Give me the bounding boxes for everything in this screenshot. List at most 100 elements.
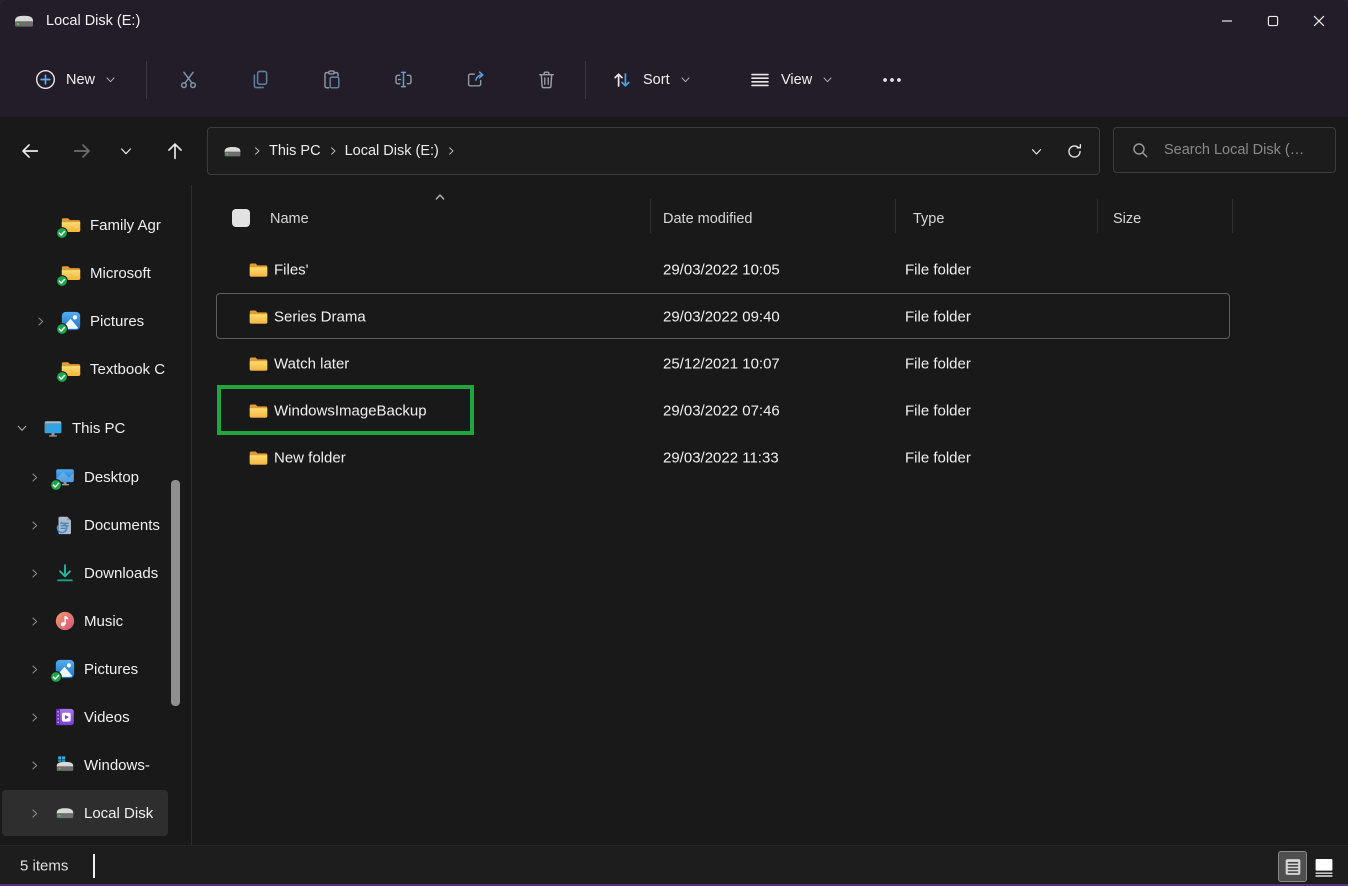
sidebar-item-documents[interactable]: Documents — [2, 502, 168, 548]
refresh-button[interactable] — [1055, 132, 1093, 170]
file-explorer-window: Local Disk (E:) New S — [0, 0, 1348, 886]
chevron-down-icon — [118, 143, 134, 159]
minimize-button[interactable] — [1204, 0, 1250, 42]
chevron-right-icon[interactable] — [28, 663, 41, 676]
chevron-right-icon[interactable] — [28, 759, 41, 772]
sidebar-item-textbook[interactable]: Textbook C — [2, 346, 168, 392]
chevron-right-icon[interactable] — [28, 807, 41, 820]
drive-icon — [12, 9, 36, 33]
folder-icon — [248, 353, 269, 374]
thumbnails-view-button[interactable] — [1309, 851, 1338, 882]
delete-button[interactable] — [524, 58, 568, 102]
sync-check-badge-icon — [56, 371, 68, 383]
chevron-down-icon — [679, 73, 692, 86]
sort-icon — [610, 68, 634, 92]
minimize-icon — [1216, 10, 1238, 32]
chevron-right-icon[interactable] — [28, 519, 41, 532]
chevron-down-icon — [104, 73, 117, 86]
details-view-button[interactable] — [1278, 851, 1307, 882]
column-header-type[interactable]: Type — [913, 211, 944, 227]
chevron-right-icon[interactable] — [34, 315, 47, 328]
table-row-files[interactable]: Files' 29/03/2022 10:05 File folder — [192, 246, 1348, 293]
copy-button[interactable] — [238, 58, 282, 102]
drive-icon — [54, 802, 76, 824]
close-icon — [1308, 10, 1330, 32]
file-name: WindowsImageBackup — [274, 402, 427, 419]
sidebar-item-label: Pictures — [84, 661, 138, 678]
address-dropdown-button[interactable] — [1017, 132, 1055, 170]
address-bar[interactable]: This PC Local Disk (E:) — [207, 127, 1100, 175]
recent-locations-button[interactable] — [107, 129, 145, 173]
sort-button-label: Sort — [643, 72, 670, 88]
sort-button[interactable]: Sort — [600, 58, 702, 102]
sidebar-item-label: Desktop — [84, 469, 139, 486]
chevron-right-icon[interactable] — [28, 567, 41, 580]
title-bar: Local Disk (E:) — [0, 0, 1348, 42]
refresh-icon — [1065, 142, 1084, 161]
chevron-right-icon[interactable] — [28, 711, 41, 724]
windows-drive-icon — [54, 754, 76, 776]
chevron-right-icon[interactable] — [28, 615, 41, 628]
rename-button[interactable] — [381, 58, 425, 102]
sidebar-item-videos[interactable]: Videos — [2, 694, 168, 740]
forward-button[interactable] — [60, 129, 104, 173]
back-button[interactable] — [8, 129, 52, 173]
sidebar-item-downloads[interactable]: Downloads — [2, 550, 168, 596]
column-separator[interactable] — [650, 199, 651, 233]
drive-icon — [222, 141, 243, 162]
chevron-right-icon[interactable] — [28, 471, 41, 484]
breadcrumb-this-pc[interactable]: This PC — [265, 143, 325, 159]
column-separator[interactable] — [895, 199, 896, 233]
item-count: 5 items — [20, 858, 68, 875]
close-button[interactable] — [1296, 0, 1342, 42]
details-view-icon — [1282, 855, 1304, 879]
folder-icon — [248, 306, 269, 327]
paste-button[interactable] — [309, 58, 353, 102]
sidebar-item-music[interactable]: Music — [2, 598, 168, 644]
chevron-down-icon — [821, 73, 834, 86]
sidebar-item-windows-drive[interactable]: Windows- — [2, 742, 168, 788]
chevron-right-icon — [327, 145, 339, 157]
new-button[interactable]: New — [24, 58, 127, 102]
chevron-down-icon[interactable] — [15, 421, 29, 435]
sidebar-item-pictures[interactable]: Pictures — [2, 646, 168, 692]
file-date-modified: 29/03/2022 07:46 — [663, 402, 780, 419]
see-more-button[interactable] — [870, 58, 914, 102]
breadcrumb-local-disk[interactable]: Local Disk (E:) — [341, 143, 443, 159]
view-button[interactable]: View — [738, 58, 844, 102]
file-type: File folder — [905, 261, 971, 278]
forward-icon — [71, 140, 93, 162]
maximize-button[interactable] — [1250, 0, 1296, 42]
column-header-row: Name Date modified Type Size — [192, 185, 1348, 243]
select-all-checkbox[interactable] — [232, 209, 250, 227]
sidebar-item-microsoft[interactable]: Microsoft — [2, 250, 168, 296]
column-header-date-modified[interactable]: Date modified — [663, 211, 752, 227]
up-button[interactable] — [153, 129, 197, 173]
view-button-label: View — [781, 72, 812, 88]
file-type: File folder — [905, 308, 971, 325]
maximize-icon — [1262, 10, 1284, 32]
share-icon — [464, 68, 487, 91]
sidebar-item-pictures-onedrive[interactable]: Pictures — [2, 298, 168, 344]
file-date-modified: 25/12/2021 10:07 — [663, 355, 780, 372]
column-header-name[interactable]: Name — [270, 211, 309, 227]
column-separator[interactable] — [1232, 199, 1233, 233]
table-row-windows-image-backup[interactable]: WindowsImageBackup 29/03/2022 07:46 File… — [192, 387, 1348, 434]
table-row-watch-later[interactable]: Watch later 25/12/2021 10:07 File folder — [192, 340, 1348, 387]
command-toolbar: New Sort View — [0, 42, 1348, 117]
sidebar-item-family[interactable]: Family Agr — [2, 202, 168, 248]
search-input[interactable] — [1162, 141, 1335, 159]
sidebar-item-desktop[interactable]: Desktop — [2, 454, 168, 500]
cut-button[interactable] — [166, 58, 210, 102]
copy-icon — [249, 68, 272, 91]
share-button[interactable] — [453, 58, 497, 102]
column-header-size[interactable]: Size — [1113, 211, 1141, 227]
sidebar-item-local-disk[interactable]: Local Disk — [2, 790, 168, 836]
file-date-modified: 29/03/2022 11:33 — [663, 449, 779, 466]
sidebar-item-label: Microsoft — [90, 265, 151, 282]
column-separator[interactable] — [1097, 199, 1098, 233]
table-row-series-drama[interactable]: Series Drama 29/03/2022 09:40 File folde… — [192, 293, 1348, 340]
sidebar-item-this-pc[interactable]: This PC — [2, 405, 168, 451]
table-row-new-folder[interactable]: New folder 29/03/2022 11:33 File folder — [192, 434, 1348, 481]
sidebar-scrollbar[interactable] — [171, 480, 180, 706]
